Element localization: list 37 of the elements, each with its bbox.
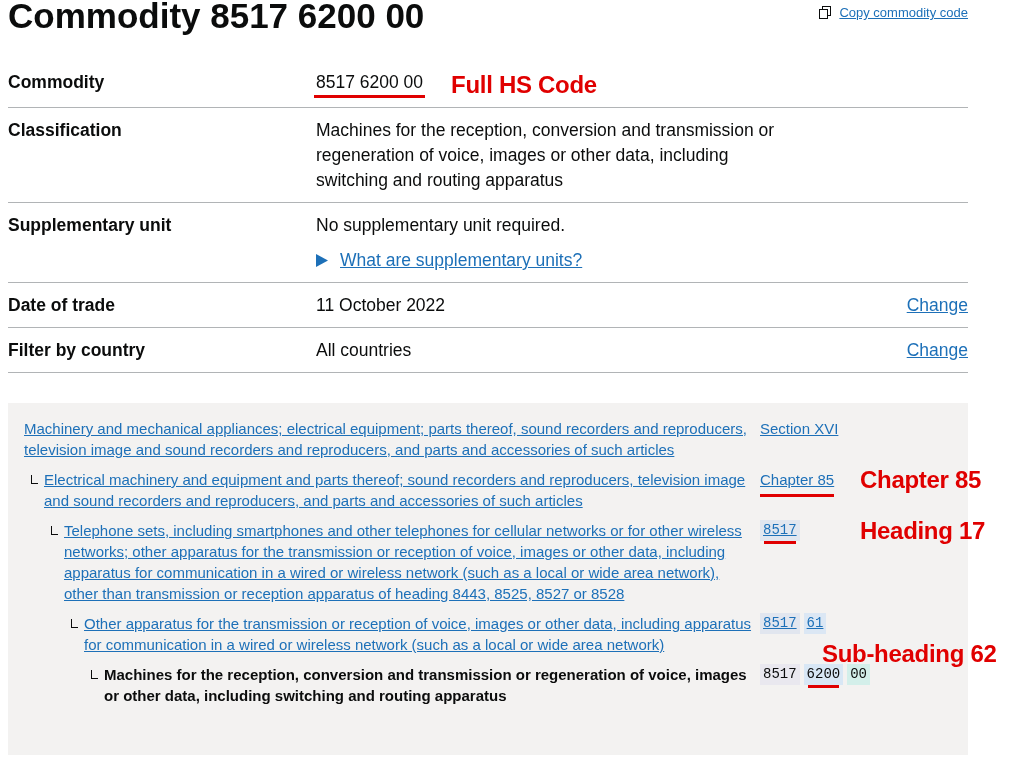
row-label: Commodity [8,71,106,94]
tree-branch-icon [90,670,98,679]
row-label: Classification [8,119,123,142]
tree-branch-icon [50,526,58,535]
row-label: Filter by country [8,339,147,362]
hierarchy-link[interactable]: Electrical machinery and equipment and parts thereof; sound recorders and reproducers, television image and sound recorders and reproducers, and parts and accessories of such articles [44,469,760,511]
annotation-label: Full HS Code [451,71,597,97]
change-link[interactable]: Change [906,340,968,360]
row-label: Supplementary unit [8,214,173,237]
row-value: Machines for the reception, conversion and transmission or regeneration of voice, images or other data, including switching and routing apparatus [316,119,776,192]
row-value: All countries [316,339,412,362]
code-link[interactable]: 8517 [760,613,800,634]
copy-icon [819,6,832,19]
change-link[interactable]: Change [906,295,968,315]
row-value: No supplementary unit required. [316,214,566,237]
row-value: 8517 6200 00 [314,70,426,98]
code-link[interactable]: 8517 [760,520,800,541]
hierarchy-link[interactable]: Machinery and mechanical appliances; electrical equipment; parts thereof, sound recorders and reproducers, television image and sound recorders and reproducers, and parts and accessories of such articles [24,418,760,460]
details-link[interactable]: What are supplementary units? [340,248,583,273]
code-segment: 8517 [760,664,800,685]
annotation-label: Heading 17 [860,517,986,544]
classification-link[interactable]: Chapter 85 [760,469,835,497]
disclosure-triangle-icon[interactable] [316,254,328,267]
row-value: 11 October 2022 [316,294,446,317]
page-title: Commodity 8517 6200 00 [8,0,425,37]
current-commodity-description: Machines for the reception, conversion and transmission or regeneration of voice, images or other data, including switching and routing apparatus [104,665,748,706]
code-segment: 6200 [803,664,844,685]
tree-branch-icon [30,475,38,484]
row-label: Date of trade [8,294,116,317]
tree-branch-icon [70,619,78,628]
code-link[interactable]: 61 [803,613,827,634]
classification-link[interactable]: Section XVI [760,418,839,439]
code-segment: 00 [847,664,871,685]
copy-commodity-code-link[interactable]: Copy commodity code [839,5,968,20]
annotation-label: Chapter 85 [860,466,982,493]
hierarchy-link[interactable]: Other apparatus for the transmission or reception of voice, images or other data, including apparatus for communication in a wired or wireless network (such as a local or wide area network) [84,613,760,655]
hierarchy-link[interactable]: Telephone sets, including smartphones and other telephones for cellular networks or for other wireless networks; other apparatus for the transmission or reception of voice, images or other data, including apparatus for communication in a wired or wireless network (such as a local or wide area network), other than transmission or reception apparatus of heading 8443, 8525, 8527 or 8528 [64,520,760,604]
